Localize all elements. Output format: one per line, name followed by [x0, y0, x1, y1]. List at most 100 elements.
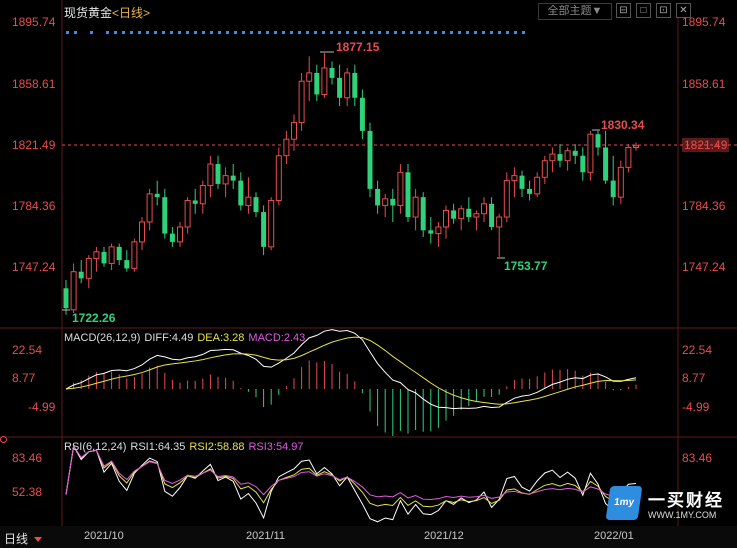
period-tab[interactable]: 日线	[4, 530, 43, 547]
candle-body	[511, 175, 518, 182]
candle-body	[397, 171, 404, 206]
signal-dot	[170, 31, 173, 34]
candlestick-chart[interactable]	[0, 0, 737, 548]
signal-dot	[474, 31, 477, 34]
candle-body	[587, 133, 594, 173]
chart-window: 现货黄金<日线> 全部主题▼ ⊟ □ ⊡ ✕ 1895.74 1858.61 1…	[0, 0, 737, 548]
period-tab-label: 日线	[4, 532, 29, 546]
candle-body	[337, 77, 343, 98]
candle-body	[428, 230, 434, 234]
signal-dot	[114, 31, 117, 34]
signal-dot	[402, 31, 405, 34]
signal-dot	[354, 31, 357, 34]
signal-dot	[298, 31, 301, 34]
candle-body	[572, 150, 578, 156]
signal-dot	[338, 31, 341, 34]
candle-body	[162, 197, 168, 234]
signal-dot	[362, 31, 365, 34]
rsi-axis-right: 83.46	[682, 451, 713, 465]
signal-dot	[234, 31, 237, 34]
candle-body	[435, 226, 442, 235]
signal-dot	[314, 31, 317, 34]
date-label: 2021/11	[246, 530, 285, 542]
signal-dot	[186, 31, 189, 34]
date-label: 2021/12	[424, 530, 464, 542]
candle-body	[78, 271, 84, 279]
candle-body	[367, 130, 373, 189]
candle-body	[603, 147, 609, 181]
candle-body	[541, 160, 548, 178]
rsi3-line	[65, 444, 637, 501]
logo-badge: 1my	[605, 486, 643, 520]
signal-dot	[274, 31, 277, 34]
candle-body	[580, 155, 586, 173]
candle-body	[519, 175, 525, 189]
candle-body	[85, 257, 92, 279]
candle-body	[344, 72, 351, 99]
candle-body	[466, 208, 472, 218]
signal-dot	[418, 31, 421, 34]
signal-dot	[226, 31, 229, 34]
signal-dot	[410, 31, 413, 34]
signal-dot	[218, 31, 221, 34]
signal-dot	[282, 31, 285, 34]
candle-body	[101, 251, 107, 264]
candle-body	[169, 233, 175, 242]
signal-dot	[66, 31, 69, 34]
candle-body	[321, 67, 328, 95]
signal-dot	[522, 31, 525, 34]
signal-dot	[378, 31, 381, 34]
candle-body	[443, 209, 449, 228]
candle-body	[314, 72, 320, 95]
signal-dot	[74, 31, 77, 34]
candle-body	[63, 288, 69, 309]
candle-body	[390, 198, 396, 206]
date-label: 2022/01	[594, 530, 634, 542]
signal-dot	[466, 31, 469, 34]
candle-body	[473, 213, 480, 218]
signal-dot	[346, 31, 349, 34]
candle-body	[184, 199, 191, 228]
candle-body	[253, 197, 259, 213]
candles-group	[63, 53, 639, 315]
rsi-axis-left: 52.38	[12, 485, 43, 499]
macd-diff-value: DIFF:4.49	[144, 332, 194, 344]
macd-axis-left: 22.54	[12, 343, 43, 357]
rsi2-value: RSI2:58.88	[189, 441, 245, 453]
candle-body	[230, 175, 236, 181]
signal-dot	[458, 31, 461, 34]
candle-body	[375, 188, 381, 206]
signal-dot	[330, 31, 333, 34]
candle-body	[633, 145, 639, 148]
candle-body	[177, 226, 183, 243]
candle-body	[458, 208, 465, 220]
signal-dot	[130, 31, 133, 34]
candle-body	[139, 221, 145, 243]
signal-dot	[106, 31, 109, 34]
candle-body	[131, 241, 138, 269]
signal-dot	[514, 31, 517, 34]
low-price-annotation: 1722.26	[72, 311, 116, 325]
signal-dot	[194, 31, 197, 34]
candle-body	[610, 180, 616, 198]
candle-body	[625, 146, 632, 168]
candle-body	[359, 97, 365, 131]
signal-dot	[490, 31, 493, 34]
indicator-settings-icon[interactable]	[0, 436, 7, 443]
date-label: 2021/10	[84, 530, 124, 542]
candle-body	[283, 138, 290, 157]
candle-body	[617, 166, 624, 198]
signal-dot	[442, 31, 445, 34]
signal-dot	[146, 31, 149, 34]
candle-body	[306, 72, 313, 82]
candle-body	[222, 175, 229, 185]
signal-dot	[162, 31, 165, 34]
candle-body	[503, 180, 510, 218]
signal-dot	[290, 31, 293, 34]
macd-axis-right: 8.77	[682, 371, 706, 385]
candle-body	[527, 188, 533, 194]
signal-dot	[210, 31, 213, 34]
macd-axis-left: -4.99	[28, 400, 56, 414]
candle-body	[291, 122, 297, 140]
signal-dot	[250, 31, 253, 34]
